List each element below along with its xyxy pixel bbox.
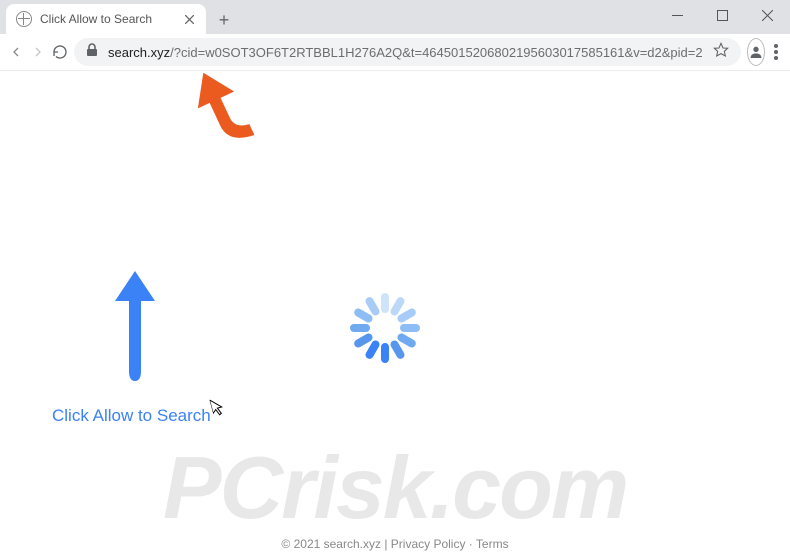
close-window-button[interactable] <box>745 0 790 30</box>
url-text: search.xyz/?cid=w0SOT3OF6T2RTBBL1H276A2Q… <box>108 45 703 60</box>
forward-button[interactable] <box>30 38 46 66</box>
footer-text: © 2021 search.xyz | Privacy Policy · Ter… <box>281 537 508 551</box>
window-controls <box>655 0 790 30</box>
new-tab-button[interactable]: + <box>210 6 238 34</box>
reload-button[interactable] <box>52 38 68 66</box>
minimize-button[interactable] <box>655 0 700 30</box>
tab-title: Click Allow to Search <box>40 12 174 26</box>
close-tab-button[interactable] <box>182 12 196 26</box>
watermark-text: PCrisk.com <box>163 438 627 537</box>
kebab-menu-icon[interactable] <box>771 38 782 66</box>
mouse-cursor-icon <box>209 397 226 420</box>
globe-icon <box>16 11 32 27</box>
blue-up-arrow-icon <box>107 261 163 396</box>
watermark: PCrisk.com <box>163 437 627 539</box>
browser-tab[interactable]: Click Allow to Search <box>6 4 206 34</box>
maximize-button[interactable] <box>700 0 745 30</box>
hint-text: Click Allow to Search <box>52 406 211 426</box>
star-icon[interactable] <box>713 42 729 63</box>
profile-avatar[interactable] <box>747 38 765 66</box>
lock-icon <box>86 43 98 62</box>
loading-spinner-icon <box>350 293 420 363</box>
browser-toolbar: search.xyz/?cid=w0SOT3OF6T2RTBBL1H276A2Q… <box>0 34 790 71</box>
address-bar[interactable]: search.xyz/?cid=w0SOT3OF6T2RTBBL1H276A2Q… <box>74 38 741 66</box>
page-content: Click Allow to Search © 2021 search.xyz … <box>0 71 790 560</box>
back-button[interactable] <box>8 38 24 66</box>
